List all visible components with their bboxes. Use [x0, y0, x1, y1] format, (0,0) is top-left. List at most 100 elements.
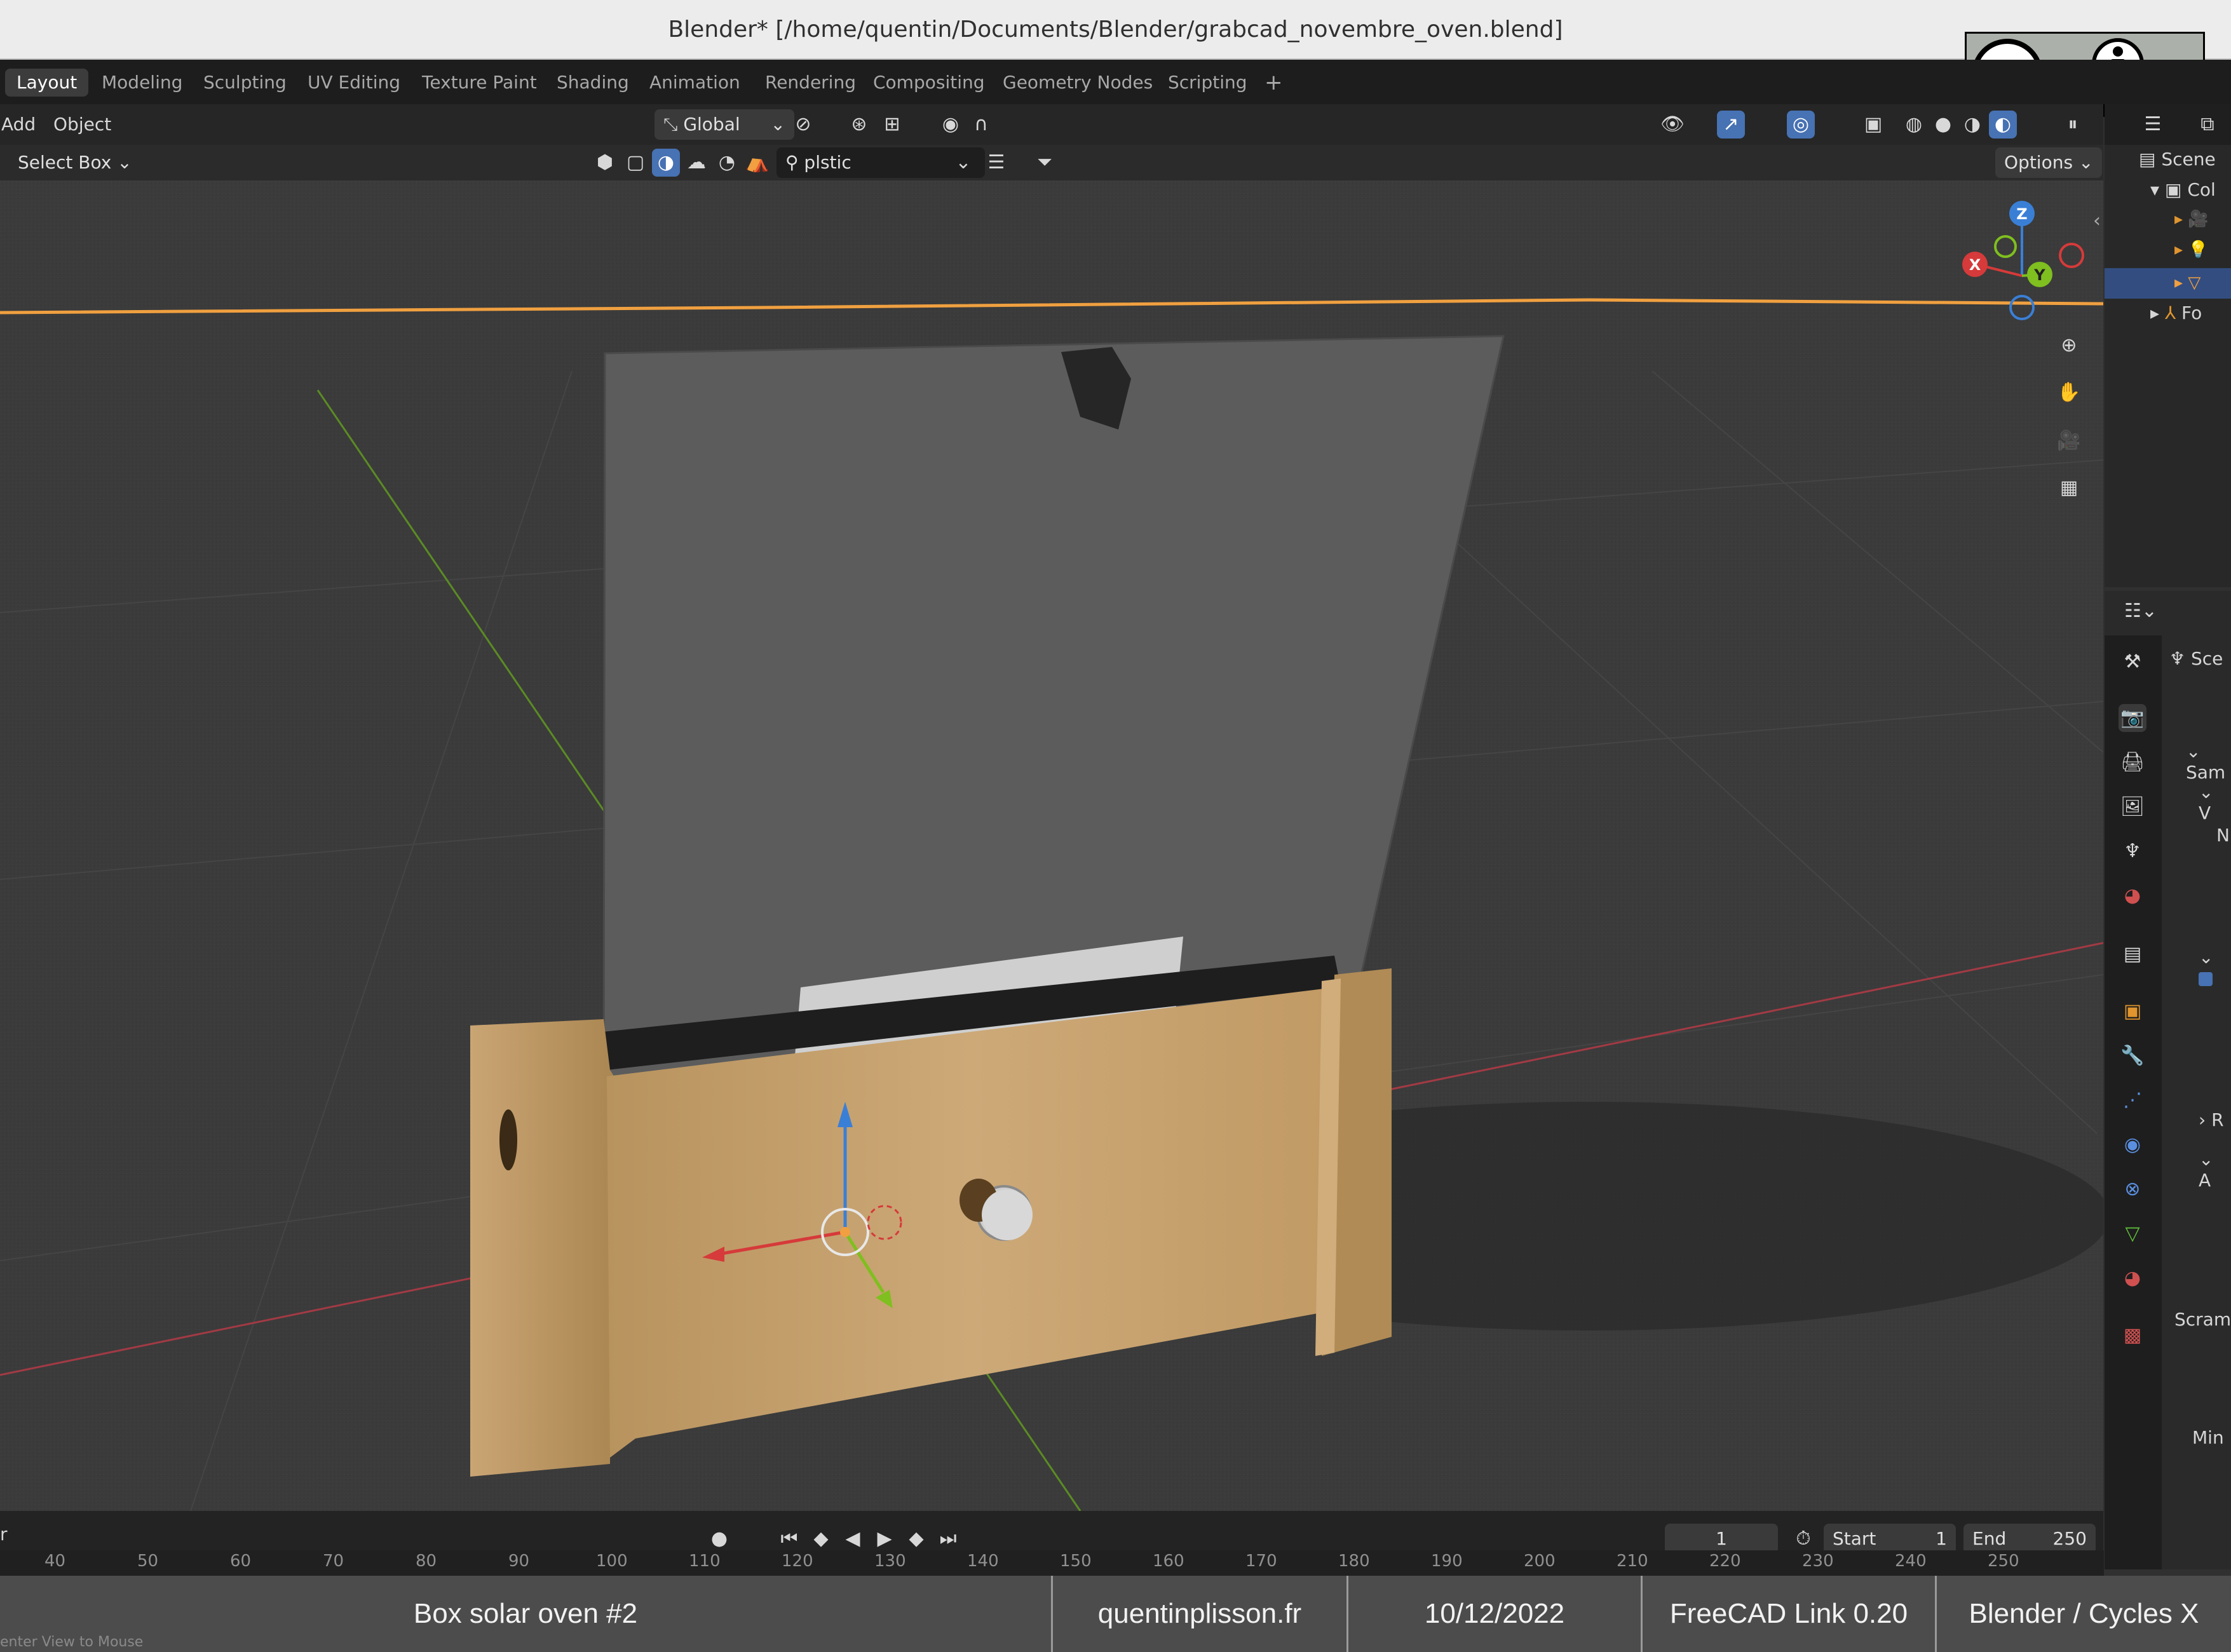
- gizmo-toggle-icon[interactable]: ↗: [1717, 111, 1745, 139]
- transform-orientation-dropdown[interactable]: ⤡ Global ⌄: [654, 109, 794, 140]
- ruler-tick: 50: [137, 1552, 159, 1571]
- play-reverse-icon[interactable]: ◀: [839, 1525, 867, 1553]
- snap-icon[interactable]: ⊛: [845, 111, 873, 139]
- tool-tab-icon[interactable]: ⚒: [2119, 648, 2146, 676]
- select-mode-dropdown[interactable]: Select Box ⌄: [9, 147, 141, 178]
- texture-tab-icon[interactable]: ▩: [2119, 1322, 2146, 1350]
- timeline-ruler[interactable]: 40 50 60 70 80 90 100 110 120 130 140 15…: [0, 1550, 2104, 1576]
- section-sampling[interactable]: ⌄ Sam: [2186, 741, 2231, 783]
- tab-scripting[interactable]: Scripting: [1156, 69, 1259, 97]
- denoise-toggle-row[interactable]: ⌄: [2199, 947, 2231, 989]
- zoom-icon[interactable]: ⊕: [2055, 332, 2083, 360]
- solid-shading-icon[interactable]: ●: [1929, 111, 1957, 139]
- render-tab-icon[interactable]: 📷: [2119, 704, 2146, 732]
- outliner-collection-row[interactable]: ▾ ▣ Col: [2150, 179, 2216, 200]
- current-frame-field[interactable]: 1: [1665, 1524, 1778, 1554]
- tab-layout[interactable]: Layout: [5, 69, 89, 97]
- visibility-eye-icon[interactable]: 👁: [1658, 111, 1686, 139]
- falloff-icon[interactable]: ∩: [967, 111, 995, 139]
- jump-to-end-icon[interactable]: ⏭: [934, 1525, 962, 1553]
- menu-object[interactable]: Object: [53, 109, 111, 140]
- clear-search-icon[interactable]: ⌄: [949, 149, 977, 177]
- section-advanced[interactable]: ⌄ A: [2199, 1149, 2231, 1191]
- rendered-shading-icon[interactable]: ◐: [1989, 111, 2017, 139]
- tab-animation[interactable]: Animation: [638, 69, 752, 97]
- ruler-tick: 200: [1524, 1552, 1556, 1571]
- light-filter-icon[interactable]: ☁: [682, 149, 710, 177]
- filter-funnel-icon[interactable]: ⏷: [1031, 149, 1059, 177]
- perspective-grid-icon[interactable]: ▦: [2055, 474, 2083, 502]
- chevron-down-icon: ⌄: [117, 152, 132, 173]
- outliner-filter-icon[interactable]: ⧉: [2194, 111, 2221, 139]
- physics-tab-icon[interactable]: ◉: [2119, 1131, 2146, 1159]
- frame-start-field[interactable]: Start 1: [1824, 1524, 1956, 1554]
- output-tab-icon[interactable]: 🖨: [2119, 748, 2146, 776]
- outliner-panel: ☰ ⧉ ▤ Scene ▾ ▣ Col ▸ 🎥 ▸ 💡 ▸ ▽ ▸ ⅄ Fo: [2105, 104, 2231, 587]
- tab-uv-editing[interactable]: UV Editing: [296, 69, 412, 97]
- section-render[interactable]: › R: [2199, 1109, 2224, 1130]
- next-keyframe-icon[interactable]: ◆: [902, 1525, 930, 1553]
- tab-modeling[interactable]: Modeling: [90, 69, 194, 97]
- outliner-scene-row[interactable]: ▤ Scene: [2139, 149, 2216, 170]
- sphere-filter-icon[interactable]: ◑: [652, 149, 680, 177]
- world-filter-icon[interactable]: ◔: [713, 149, 741, 177]
- ruler-tick: 70: [323, 1552, 344, 1571]
- object-tab-icon[interactable]: ▣: [2119, 998, 2146, 1026]
- material-tab-icon[interactable]: ◕: [2119, 1264, 2146, 1292]
- pan-hand-icon[interactable]: ✋: [2055, 379, 2083, 407]
- outliner-selected-row[interactable]: ▸ ▽: [2105, 268, 2231, 299]
- tab-rendering[interactable]: Rendering: [754, 69, 867, 97]
- sort-icon[interactable]: ☰: [982, 149, 1010, 177]
- properties-editor-type-icon[interactable]: ☷⌄: [2119, 597, 2163, 625]
- stopwatch-icon[interactable]: ⏱: [1789, 1525, 1817, 1553]
- proportional-edit-icon[interactable]: ◉: [937, 111, 965, 139]
- outliner-camera-row[interactable]: ▸ 🎥: [2174, 210, 2209, 229]
- pivot-point-icon[interactable]: ⊘: [789, 111, 817, 139]
- camera-view-icon[interactable]: 🎥: [2055, 427, 2083, 455]
- constraints-tab-icon[interactable]: ⊗: [2119, 1175, 2146, 1203]
- play-icon[interactable]: ▶: [871, 1525, 899, 1553]
- orientation-label: Global: [683, 114, 740, 135]
- outliner-display-mode-icon[interactable]: ☰: [2139, 111, 2167, 139]
- tab-sculpting[interactable]: Sculpting: [192, 69, 298, 97]
- material-shading-icon[interactable]: ◑: [1958, 111, 1986, 139]
- menu-add[interactable]: Add: [1, 109, 36, 140]
- bounding-box-icon[interactable]: ⬢: [591, 149, 619, 177]
- ruler-tick: 120: [782, 1552, 813, 1571]
- ruler-tick: 40: [44, 1552, 66, 1571]
- snap-target-icon[interactable]: ⊞: [878, 111, 906, 139]
- scene-collection-icon: ▤: [2139, 149, 2162, 170]
- scene-filter-icon[interactable]: ⛺: [743, 149, 771, 177]
- knob-cap: [982, 1189, 1033, 1240]
- data-tab-icon[interactable]: ▽: [2119, 1220, 2146, 1248]
- object-mode-icon[interactable]: ▢: [621, 149, 649, 177]
- tab-compositing[interactable]: Compositing: [862, 69, 996, 97]
- overlay-toggle-icon[interactable]: ◎: [1787, 111, 1815, 139]
- tab-geometry-nodes[interactable]: Geometry Nodes: [991, 69, 1164, 97]
- outliner-empty-row[interactable]: ▸ ⅄ Fo: [2150, 302, 2202, 323]
- section-viewport[interactable]: ⌄ V: [2199, 782, 2231, 823]
- wireframe-shading-icon[interactable]: ◍: [1900, 111, 1928, 139]
- denoise-checkbox[interactable]: [2199, 972, 2213, 986]
- xray-icon[interactable]: ▣: [1859, 111, 1887, 139]
- record-keyframe-icon[interactable]: ●: [705, 1525, 733, 1553]
- add-workspace-icon[interactable]: +: [1253, 69, 1294, 97]
- options-dropdown[interactable]: Options ⌄: [1995, 147, 2103, 178]
- jump-to-start-icon[interactable]: ⏮: [775, 1525, 803, 1553]
- tab-shading[interactable]: Shading: [545, 69, 641, 97]
- svg-text:Y: Y: [2033, 266, 2045, 284]
- particles-tab-icon[interactable]: ⋰: [2119, 1087, 2146, 1114]
- tab-texture-paint[interactable]: Texture Paint: [410, 69, 548, 97]
- scene-tab-icon[interactable]: ♆: [2119, 837, 2146, 865]
- view-layer-tab-icon[interactable]: 🖼: [2119, 793, 2146, 821]
- previous-keyframe-icon[interactable]: ◆: [807, 1525, 835, 1553]
- outliner-light-row[interactable]: ▸ 💡: [2174, 240, 2209, 259]
- modifier-wrench-icon[interactable]: 🔧: [2119, 1042, 2146, 1070]
- pause-render-icon[interactable]: ⏸: [2059, 111, 2087, 139]
- collapse-sidebar-icon[interactable]: ‹: [2093, 210, 2101, 232]
- 3d-viewport[interactable]: Z X Y ‹ ⊕ ✋ 🎥 ▦: [0, 180, 2103, 1511]
- collection-tab-icon[interactable]: ▤: [2119, 940, 2146, 968]
- frame-end-field[interactable]: End 250: [1963, 1524, 2096, 1554]
- world-tab-icon[interactable]: ◕: [2119, 882, 2146, 910]
- window-titlebar: Blender* [/home/quentin/Documents/Blende…: [0, 0, 2231, 60]
